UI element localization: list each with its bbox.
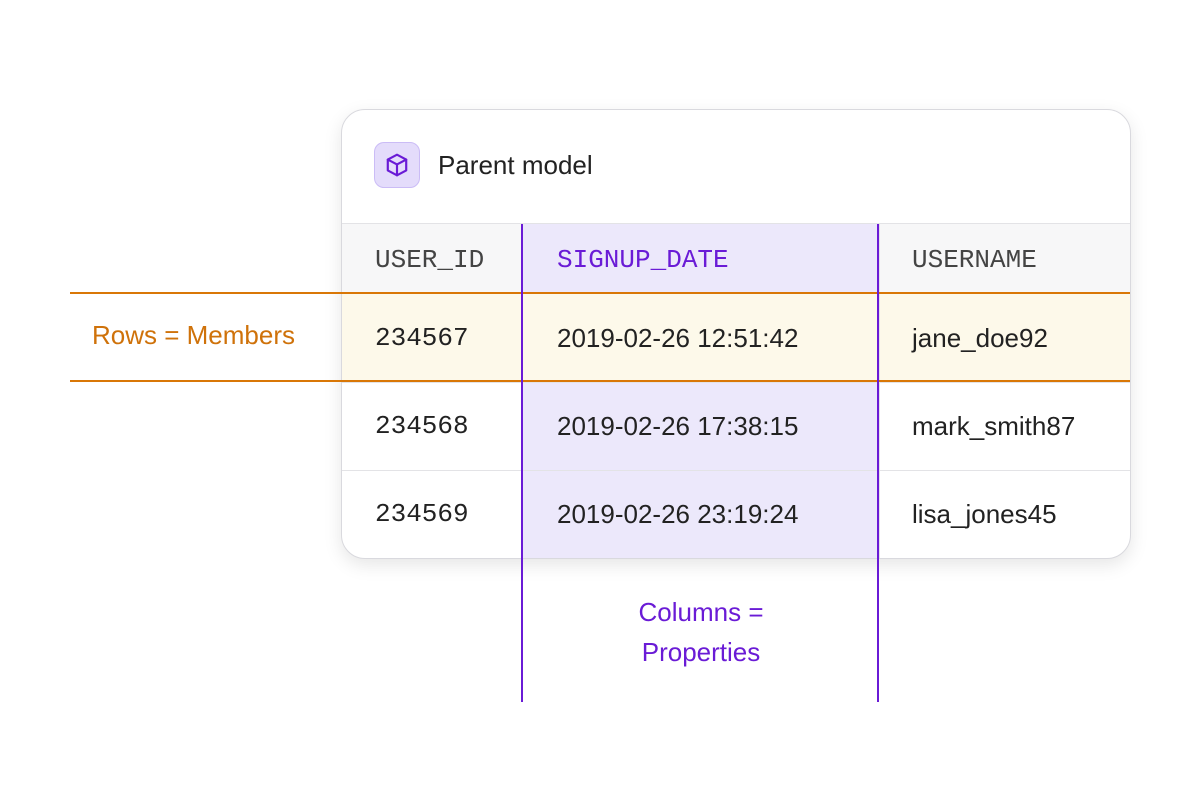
cell-username: lisa_jones45 [912, 499, 1057, 529]
cell-username: mark_smith87 [912, 411, 1076, 441]
columns-boundary-line [877, 224, 879, 702]
rows-boundary-line [70, 292, 1130, 294]
columns-annotation: Columns = Properties [540, 592, 862, 672]
column-header-username: USERNAME [912, 245, 1037, 275]
card-header: Parent model [342, 110, 1130, 224]
column-header-user-id: USER_ID [375, 245, 485, 275]
column-header-signup-date: SIGNUP_DATE [557, 245, 729, 275]
cell-user-id: 234569 [375, 499, 469, 529]
column-divider [879, 224, 880, 558]
cell-signup-date: 2019-02-26 12:51:42 [557, 323, 799, 353]
cube-icon [374, 142, 420, 188]
columns-boundary-line [521, 224, 523, 702]
rows-annotation: Rows = Members [92, 320, 295, 350]
card-title: Parent model [438, 150, 593, 180]
columns-annotation-line2: Properties [641, 637, 761, 667]
cell-signup-date: 2019-02-26 23:19:24 [557, 499, 799, 529]
rows-boundary-line [70, 380, 1130, 382]
cell-user-id: 234567 [375, 323, 469, 353]
cell-user-id: 234568 [375, 411, 469, 441]
columns-annotation-line1: Columns = [638, 597, 764, 627]
cell-signup-date: 2019-02-26 17:38:15 [557, 411, 799, 441]
parent-model-card: Parent model USER_ID SIGNUP_DATE USERNAM… [341, 109, 1131, 559]
cell-username: jane_doe92 [912, 323, 1048, 353]
